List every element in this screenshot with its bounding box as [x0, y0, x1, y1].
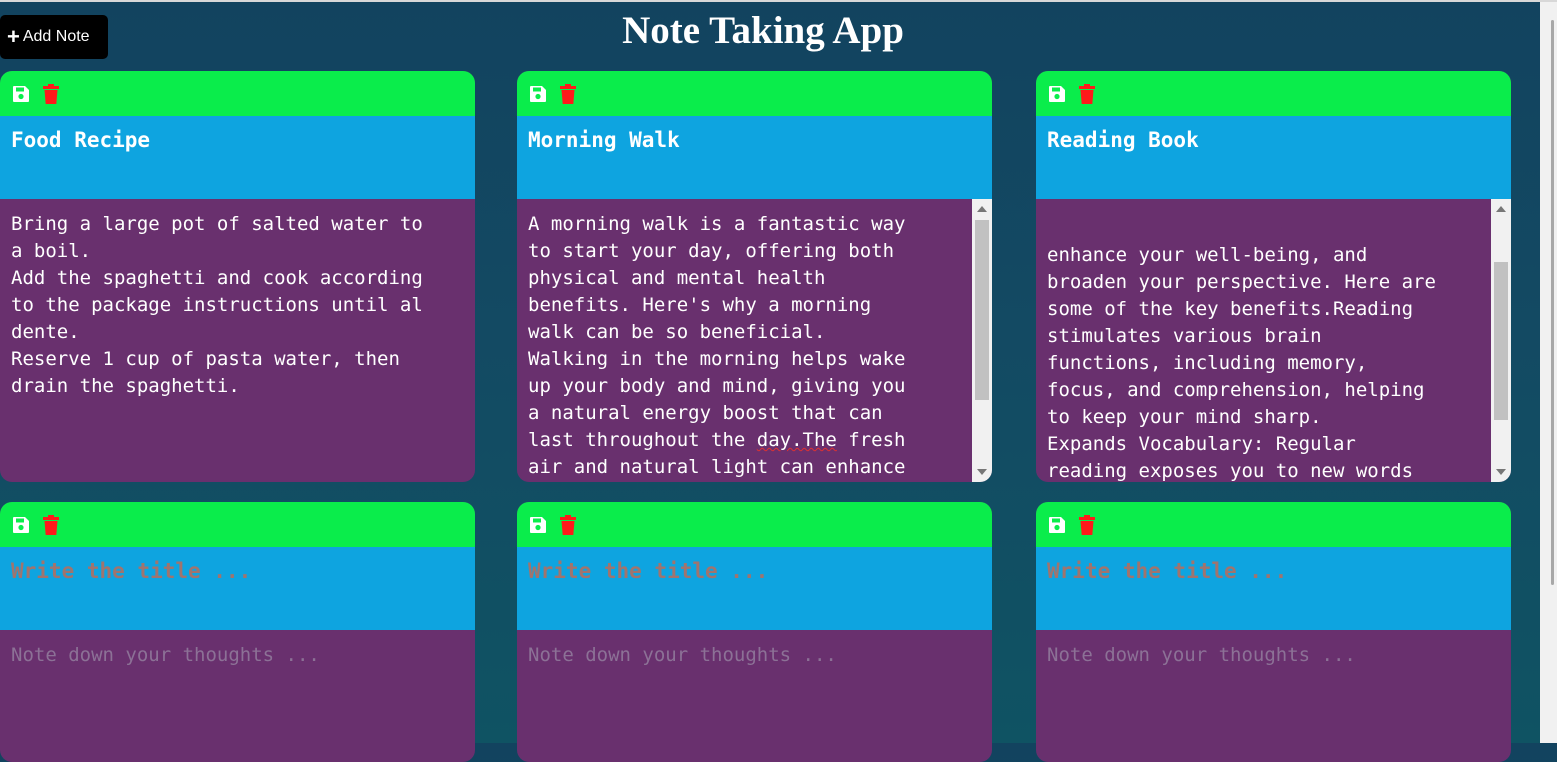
note-title-input[interactable]: Food Recipe	[0, 116, 475, 199]
app-title: Note Taking App	[622, 9, 904, 52]
save-icon[interactable]	[528, 515, 548, 535]
note-card-morning-walk: Morning Walk A morning walk is a fantast…	[517, 71, 992, 482]
save-icon[interactable]	[528, 84, 548, 104]
scrollbar-thumb[interactable]	[1494, 262, 1508, 420]
scroll-down-arrow-icon[interactable]	[977, 469, 987, 475]
note-card-food-recipe: Food Recipe Bring a large pot of salted …	[0, 71, 475, 482]
note-body-scrollbar[interactable]	[1491, 199, 1511, 482]
window-top-border	[0, 0, 1557, 2]
spellcheck-flagged-word: day.The	[756, 429, 837, 451]
trash-icon[interactable]	[1077, 514, 1097, 535]
note-body-textarea[interactable]: Bring a large pot of salted water to a b…	[0, 199, 475, 482]
trash-icon[interactable]	[558, 514, 578, 535]
save-icon[interactable]	[11, 84, 31, 104]
trash-icon[interactable]	[558, 83, 578, 104]
note-toolbar	[0, 71, 475, 116]
note-title-input[interactable]: Write the title ...	[517, 547, 992, 630]
save-icon[interactable]	[1047, 515, 1067, 535]
scroll-up-arrow-icon[interactable]	[977, 206, 987, 212]
page-scrollbar[interactable]	[1540, 2, 1557, 743]
note-body-textarea[interactable]: enhance your well-being, and broaden you…	[1036, 199, 1511, 482]
note-title-input[interactable]: Write the title ...	[0, 547, 475, 630]
note-toolbar	[1036, 502, 1511, 547]
note-body-text: enhance your well-being, and broaden you…	[1047, 244, 1436, 482]
trash-icon[interactable]	[41, 514, 61, 535]
note-body-textarea[interactable]: Note down your thoughts ...	[1036, 630, 1511, 762]
note-card-empty: Write the title ... Note down your thoug…	[1036, 502, 1511, 762]
note-body-textarea[interactable]: A morning walk is a fantastic way to sta…	[517, 199, 992, 482]
save-icon[interactable]	[1047, 84, 1067, 104]
note-toolbar	[517, 502, 992, 547]
note-body-textarea[interactable]: Note down your thoughts ...	[0, 630, 475, 762]
scrollbar-thumb[interactable]	[975, 220, 989, 400]
note-title-input[interactable]: Write the title ...	[1036, 547, 1511, 630]
page-scrollbar-thumb[interactable]	[1551, 20, 1554, 585]
note-card-reading-book: Reading Book enhance your well-being, an…	[1036, 71, 1511, 482]
trash-icon[interactable]	[1077, 83, 1097, 104]
note-toolbar	[0, 502, 475, 547]
note-body-text: A morning walk is a fantastic way to sta…	[528, 213, 906, 451]
trash-icon[interactable]	[41, 83, 61, 104]
note-card-empty: Write the title ... Note down your thoug…	[0, 502, 475, 762]
note-toolbar	[517, 71, 992, 116]
scroll-down-arrow-icon[interactable]	[1496, 469, 1506, 475]
scroll-up-arrow-icon[interactable]	[1496, 206, 1506, 212]
note-body-textarea[interactable]: Note down your thoughts ...	[517, 630, 992, 762]
note-title-input[interactable]: Reading Book	[1036, 116, 1511, 199]
note-toolbar	[1036, 71, 1511, 116]
note-body-scrollbar[interactable]	[972, 199, 992, 482]
save-icon[interactable]	[11, 515, 31, 535]
note-card-empty: Write the title ... Note down your thoug…	[517, 502, 992, 762]
note-title-input[interactable]: Morning Walk	[517, 116, 992, 199]
